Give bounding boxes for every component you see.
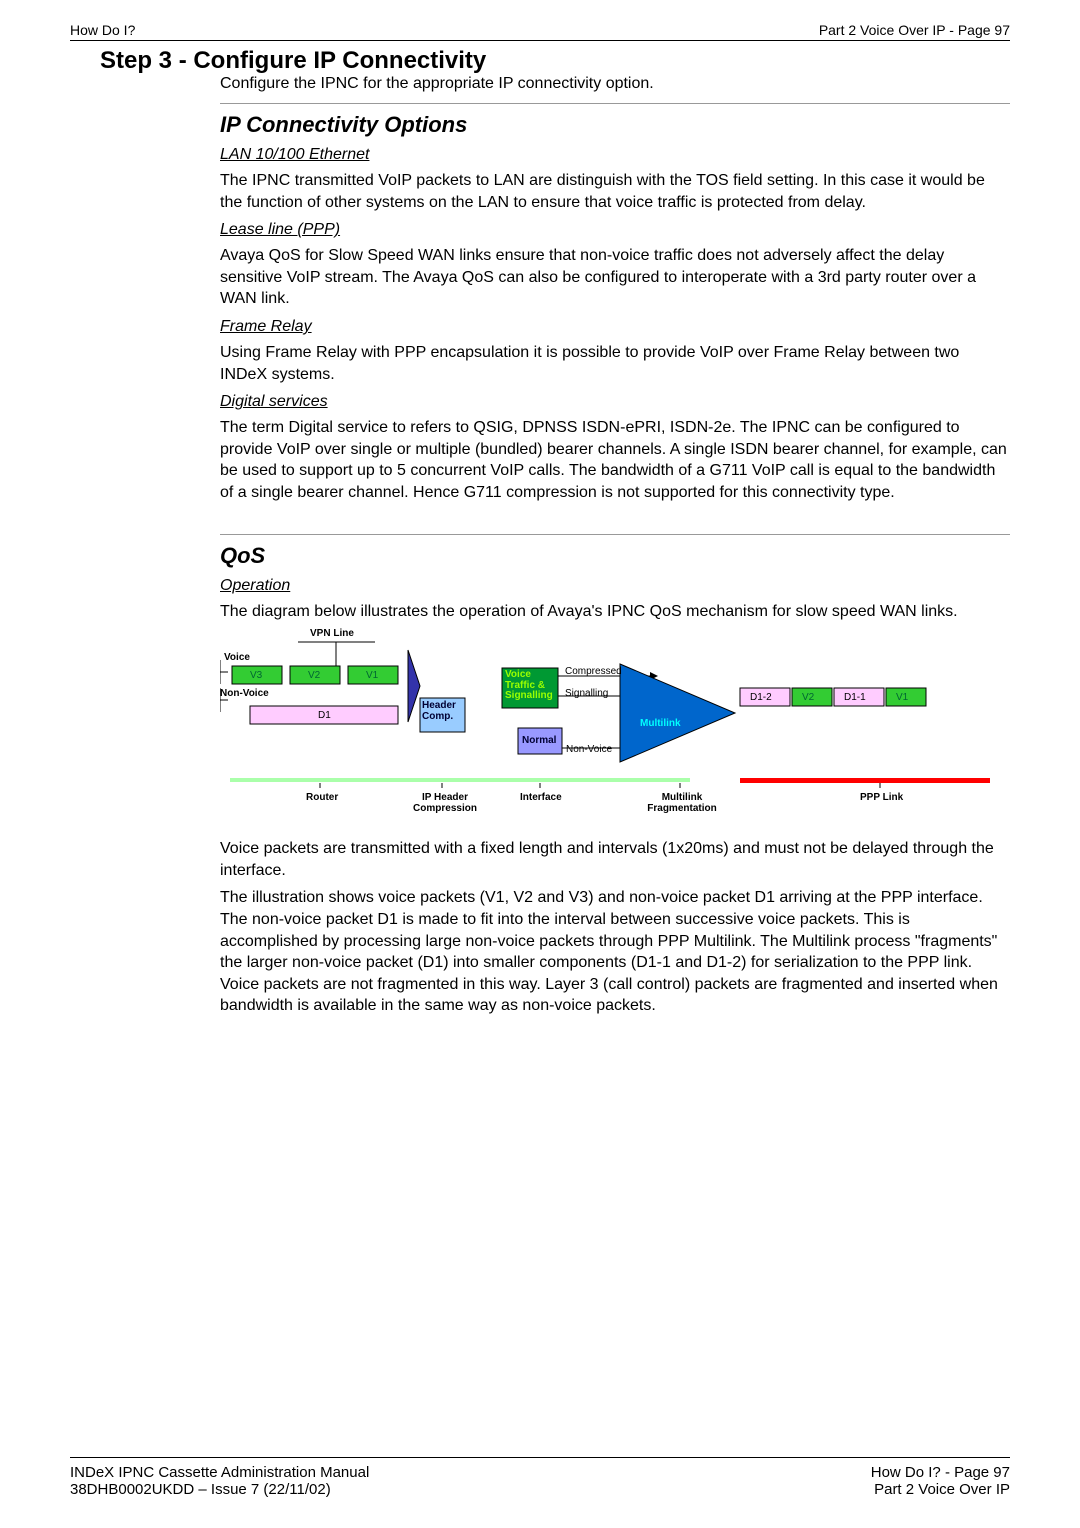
page-footer: INDeX IPNC Cassette Administration Manua… xyxy=(70,1457,1010,1498)
diagram-vpn-line: VPN Line xyxy=(310,628,354,639)
diagram-v2r: V2 xyxy=(802,692,814,703)
operation-heading: Operation xyxy=(220,577,1010,595)
qos-diagram: VPN Line Voice Non-Voice V3 V2 V1 D1 Hea… xyxy=(220,628,1010,828)
digital-heading: Digital services xyxy=(220,393,1010,411)
step-intro: Configure the IPNC for the appropriate I… xyxy=(220,75,1010,93)
footer-right2: Part 2 Voice Over IP xyxy=(871,1481,1010,1498)
diagram-compressed: Compressed xyxy=(565,666,622,677)
header-left: How Do I? xyxy=(70,22,135,38)
diagram-voice-label: Voice xyxy=(224,652,250,663)
footer-right1: How Do I? - Page 97 xyxy=(871,1464,1010,1481)
qos-para1: Voice packets are transmitted with a fix… xyxy=(220,838,1010,881)
divider xyxy=(220,103,1010,104)
lease-heading: Lease line (PPP) xyxy=(220,221,1010,239)
diagram-d1-2: D1-2 xyxy=(750,692,772,703)
divider xyxy=(220,534,1010,535)
diagram-multilink: Multilink xyxy=(640,718,681,729)
diagram-interface-label: Interface xyxy=(520,792,562,803)
lease-body: Avaya QoS for Slow Speed WAN links ensur… xyxy=(220,245,1010,310)
digital-body: The term Digital service to refers to QS… xyxy=(220,417,1010,503)
diagram-d1: D1 xyxy=(318,710,331,721)
diagram-voice-traffic-signalling: Voice Traffic & Signalling xyxy=(505,670,559,702)
diagram-v2: V2 xyxy=(308,670,320,681)
diagram-normal: Normal xyxy=(522,735,556,746)
qos-heading: QoS xyxy=(220,543,1010,569)
footer-left2: 38DHB0002UKDD – Issue 7 (22/11/02) xyxy=(70,1481,369,1498)
lan-heading: LAN 10/100 Ethernet xyxy=(220,146,1010,164)
ipconn-heading: IP Connectivity Options xyxy=(220,112,1010,138)
diagram-header-comp: Header Comp. xyxy=(422,700,464,722)
diagram-router-label: Router xyxy=(306,792,338,803)
qos-para2: The illustration shows voice packets (V1… xyxy=(220,887,1010,1017)
diagram-v3: V3 xyxy=(250,670,262,681)
footer-left1: INDeX IPNC Cassette Administration Manua… xyxy=(70,1464,369,1481)
operation-intro: The diagram below illustrates the operat… xyxy=(220,601,1010,623)
diagram-signalling: Signalling xyxy=(565,688,608,699)
diagram-ppp-link-label: PPP Link xyxy=(860,792,903,803)
diagram-ip-header-compression-label: IP Header Compression xyxy=(410,792,480,814)
framerelay-heading: Frame Relay xyxy=(220,318,1010,336)
diagram-multilink-frag-label: Multilink Fragmentation xyxy=(642,792,722,814)
diagram-nonvoice-label: Non-Voice xyxy=(220,688,270,699)
diagram-d1-1: D1-1 xyxy=(844,692,866,703)
diagram-v1r: V1 xyxy=(896,692,908,703)
diagram-v1: V1 xyxy=(366,670,378,681)
step-heading: Step 3 - Configure IP Connectivity xyxy=(100,47,1010,75)
lan-body: The IPNC transmitted VoIP packets to LAN… xyxy=(220,170,1010,213)
header-right: Part 2 Voice Over IP - Page 97 xyxy=(819,22,1010,38)
framerelay-body: Using Frame Relay with PPP encapsulation… xyxy=(220,342,1010,385)
diagram-nonvoice2: Non-Voice xyxy=(566,744,612,755)
